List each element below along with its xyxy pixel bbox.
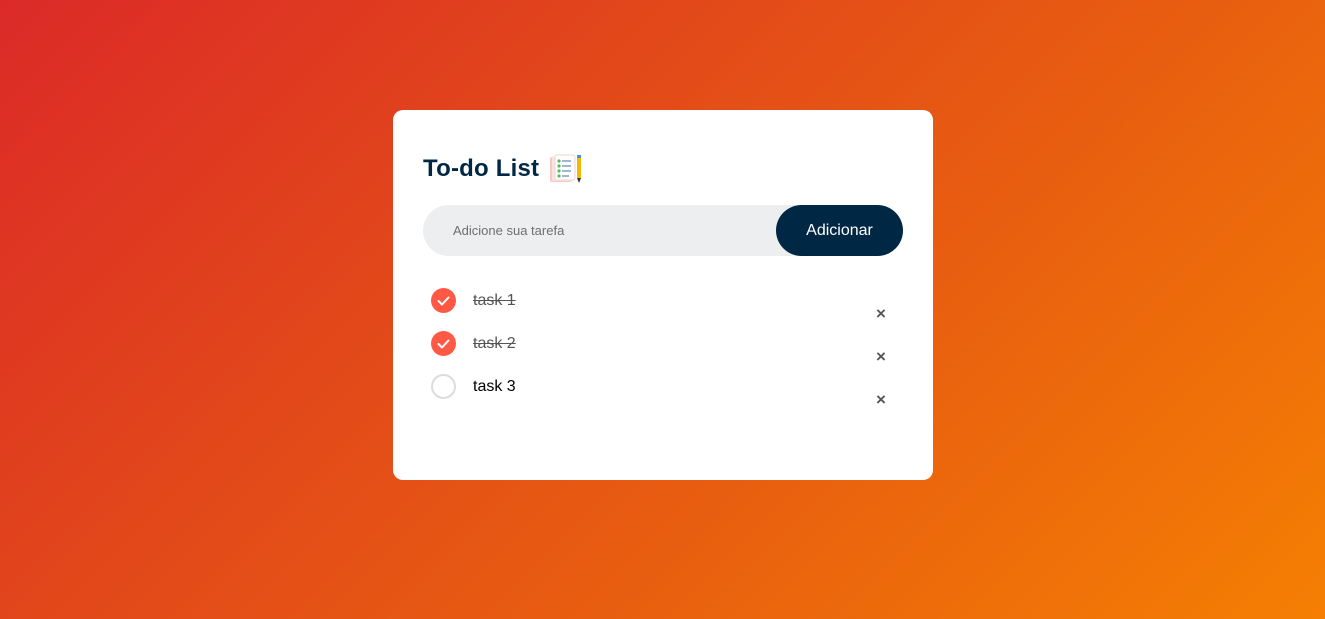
task-input-row: Adicionar	[423, 204, 903, 257]
task-label: task 2	[473, 335, 516, 352]
title-row: To-do List	[423, 152, 903, 186]
task-list: task 1 × task 2 × task 3 ×	[423, 280, 903, 409]
unchecked-circle-icon[interactable]	[431, 374, 456, 399]
task-item-3[interactable]: task 3 ×	[423, 366, 903, 409]
todo-card: To-do List Adicionar	[393, 110, 933, 480]
checkmark-icon[interactable]	[431, 331, 456, 356]
task-label: task 3	[473, 378, 516, 395]
task-input[interactable]	[423, 204, 776, 257]
close-icon[interactable]: ×	[866, 384, 896, 414]
task-item-1[interactable]: task 1 ×	[423, 280, 903, 323]
add-task-button[interactable]: Adicionar	[776, 205, 903, 256]
page-title: To-do List	[423, 155, 540, 182]
checkmark-icon[interactable]	[431, 288, 456, 313]
task-item-2[interactable]: task 2 ×	[423, 323, 903, 366]
notepad-checklist-icon	[549, 154, 583, 184]
task-label: task 1	[473, 292, 516, 309]
